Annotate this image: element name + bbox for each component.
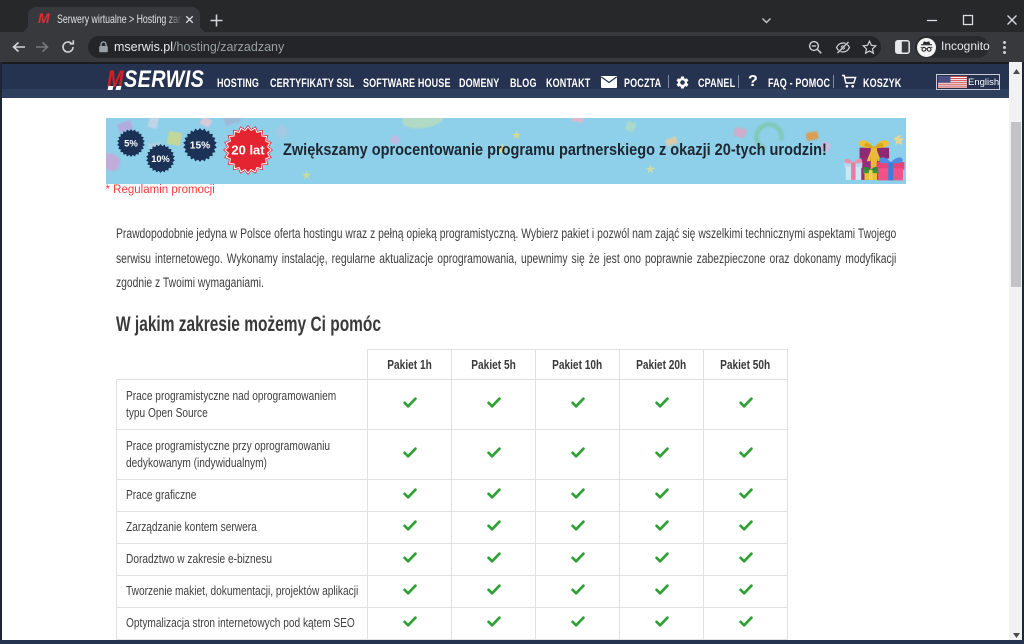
svg-text:15%: 15% <box>189 140 209 151</box>
svg-text:5%: 5% <box>124 139 138 150</box>
svg-text:10%: 10% <box>151 154 170 164</box>
svg-text:20 lat: 20 lat <box>232 143 266 158</box>
